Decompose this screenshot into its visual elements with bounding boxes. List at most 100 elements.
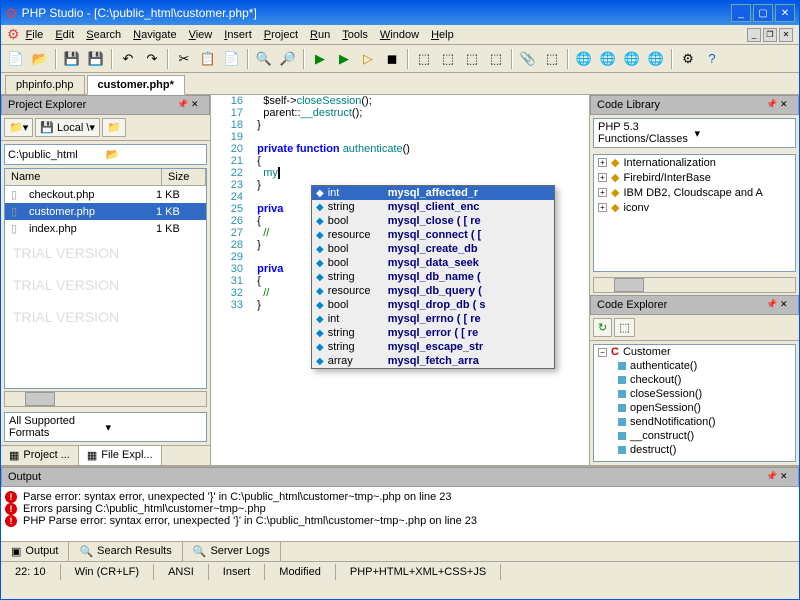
output-tab[interactable]: ▣Output	[1, 542, 69, 561]
file-row[interactable]: ▯customer.php1 KB	[5, 203, 206, 220]
library-select[interactable]: PHP 5.3 Functions/Classes▾	[593, 118, 796, 148]
tool-icon[interactable]: 🌐	[597, 48, 619, 70]
paste-icon[interactable]: 📄	[221, 48, 243, 70]
menu-help[interactable]: Help	[431, 29, 454, 41]
method-node[interactable]: destruct()	[594, 443, 795, 457]
menu-file[interactable]: File	[26, 29, 44, 41]
menu-view[interactable]: View	[189, 29, 213, 41]
library-item[interactable]: +◆IBM DB2, Cloudscape and A	[594, 185, 795, 200]
nav-button[interactable]: 📁▾	[4, 118, 33, 137]
document-tab[interactable]: phpinfo.php	[5, 75, 85, 94]
pin-icon[interactable]: 📌	[766, 471, 778, 483]
autocomplete-item[interactable]: ◆stringmysql_client_enc	[312, 200, 554, 214]
autocomplete-item[interactable]: ◆stringmysql_db_name (	[312, 270, 554, 284]
code-line[interactable]: 16 $self->closeSession();	[211, 95, 589, 107]
close-icon[interactable]: ✕	[780, 299, 792, 311]
stop-icon[interactable]: ◼	[381, 48, 403, 70]
tool-icon[interactable]: ⬚	[541, 48, 563, 70]
scrollbar-horizontal[interactable]	[4, 391, 207, 407]
undo-icon[interactable]: ↶	[117, 48, 139, 70]
pin-icon[interactable]: 📌	[177, 99, 189, 111]
expand-icon[interactable]: +	[598, 203, 607, 212]
run-icon[interactable]: ▶	[309, 48, 331, 70]
code-line[interactable]: 19	[211, 131, 589, 143]
pane-tab[interactable]: ▦File Expl...	[79, 446, 162, 465]
expand-icon[interactable]: +	[598, 158, 607, 167]
collapse-icon[interactable]: −	[598, 348, 607, 357]
autocomplete-item[interactable]: ◆stringmysql_escape_str	[312, 340, 554, 354]
library-item[interactable]: +◆Firebird/InterBase	[594, 170, 795, 185]
method-node[interactable]: __construct()	[594, 429, 795, 443]
settings-icon[interactable]: ⚙	[677, 48, 699, 70]
file-row[interactable]: ▯checkout.php1 KB	[5, 186, 206, 203]
break-icon[interactable]: ▷	[357, 48, 379, 70]
menu-run[interactable]: Run	[310, 29, 330, 41]
menu-edit[interactable]: Edit	[55, 29, 74, 41]
explorer-tree[interactable]: −CCustomerauthenticate()checkout()closeS…	[593, 344, 796, 462]
menu-project[interactable]: Project	[264, 29, 298, 41]
path-input[interactable]: C:\public_html 📂	[4, 144, 207, 165]
close-icon[interactable]: ✕	[191, 99, 203, 111]
code-line[interactable]: 17 parent::__destruct();	[211, 107, 589, 119]
pin-icon[interactable]: 📌	[766, 299, 778, 311]
autocomplete-item[interactable]: ◆intmysql_affected_r	[312, 186, 554, 200]
autocomplete-item[interactable]: ◆stringmysql_error ( [ re	[312, 326, 554, 340]
drive-select[interactable]: 💾 Local \▾	[35, 118, 100, 137]
mdi-minimize[interactable]: _	[747, 28, 761, 42]
close-icon[interactable]: ✕	[780, 471, 792, 483]
new-file-icon[interactable]: 📄	[5, 48, 27, 70]
expand-icon[interactable]: +	[598, 173, 607, 182]
autocomplete-item[interactable]: ◆boolmysql_create_db	[312, 242, 554, 256]
library-item[interactable]: +◆Internationalization	[594, 155, 795, 170]
open-icon[interactable]: 📂	[29, 48, 51, 70]
output-body[interactable]: !Parse error: syntax error, unexpected '…	[1, 487, 799, 541]
menu-tools[interactable]: Tools	[342, 29, 368, 41]
help-icon[interactable]: ?	[701, 48, 723, 70]
close-icon[interactable]: ✕	[780, 99, 792, 111]
output-line[interactable]: !PHP Parse error: syntax error, unexpect…	[5, 515, 795, 527]
menu-search[interactable]: Search	[86, 29, 121, 41]
scrollbar-horizontal[interactable]	[593, 277, 796, 293]
menu-navigate[interactable]: Navigate	[133, 29, 176, 41]
tool-icon[interactable]: 🌐	[573, 48, 595, 70]
nav-button[interactable]: 📁	[102, 118, 126, 137]
autocomplete-item[interactable]: ◆boolmysql_close ( [ re	[312, 214, 554, 228]
tool-icon[interactable]: ⬚	[461, 48, 483, 70]
redo-icon[interactable]: ↷	[141, 48, 163, 70]
autocomplete-item[interactable]: ◆arraymysql_fetch_arra	[312, 354, 554, 368]
code-line[interactable]: 18 }	[211, 119, 589, 131]
output-line[interactable]: !Errors parsing C:\public_html\customer~…	[5, 503, 795, 515]
tool-icon[interactable]: ⬚	[485, 48, 507, 70]
method-node[interactable]: sendNotification()	[594, 415, 795, 429]
menu-insert[interactable]: Insert	[224, 29, 252, 41]
pin-icon[interactable]: 📌	[766, 99, 778, 111]
mdi-close[interactable]: ✕	[779, 28, 793, 42]
code-line[interactable]: 20 private function authenticate()	[211, 143, 589, 155]
copy-icon[interactable]: 📋	[197, 48, 219, 70]
tool-icon[interactable]: ⬚	[437, 48, 459, 70]
save-all-icon[interactable]: 💾	[85, 48, 107, 70]
search-icon[interactable]: 🔍	[253, 48, 275, 70]
refresh-icon[interactable]: ↻	[593, 318, 612, 337]
autocomplete-item[interactable]: ◆resourcemysql_connect ( [	[312, 228, 554, 242]
output-tab[interactable]: 🔍Search Results	[69, 542, 182, 561]
maximize-button[interactable]: ▢	[753, 4, 773, 22]
tool-icon[interactable]: 📎	[517, 48, 539, 70]
menu-window[interactable]: Window	[380, 29, 419, 41]
replace-icon[interactable]: 🔎	[277, 48, 299, 70]
output-tab[interactable]: 🔍Server Logs	[183, 542, 281, 561]
method-node[interactable]: checkout()	[594, 373, 795, 387]
method-node[interactable]: openSession()	[594, 401, 795, 415]
class-node[interactable]: −CCustomer	[594, 345, 795, 359]
autocomplete-item[interactable]: ◆resourcemysql_db_query (	[312, 284, 554, 298]
library-item[interactable]: +◆iconv	[594, 200, 795, 215]
save-icon[interactable]: 💾	[61, 48, 83, 70]
code-line[interactable]: 21 {	[211, 155, 589, 167]
cut-icon[interactable]: ✂	[173, 48, 195, 70]
method-node[interactable]: authenticate()	[594, 359, 795, 373]
autocomplete-popup[interactable]: ◆intmysql_affected_r◆stringmysql_client_…	[311, 185, 555, 369]
method-node[interactable]: closeSession()	[594, 387, 795, 401]
pane-tab[interactable]: ▦Project ...	[1, 446, 79, 465]
tool-icon[interactable]: 🌐	[645, 48, 667, 70]
tool-icon[interactable]: 🌐	[621, 48, 643, 70]
